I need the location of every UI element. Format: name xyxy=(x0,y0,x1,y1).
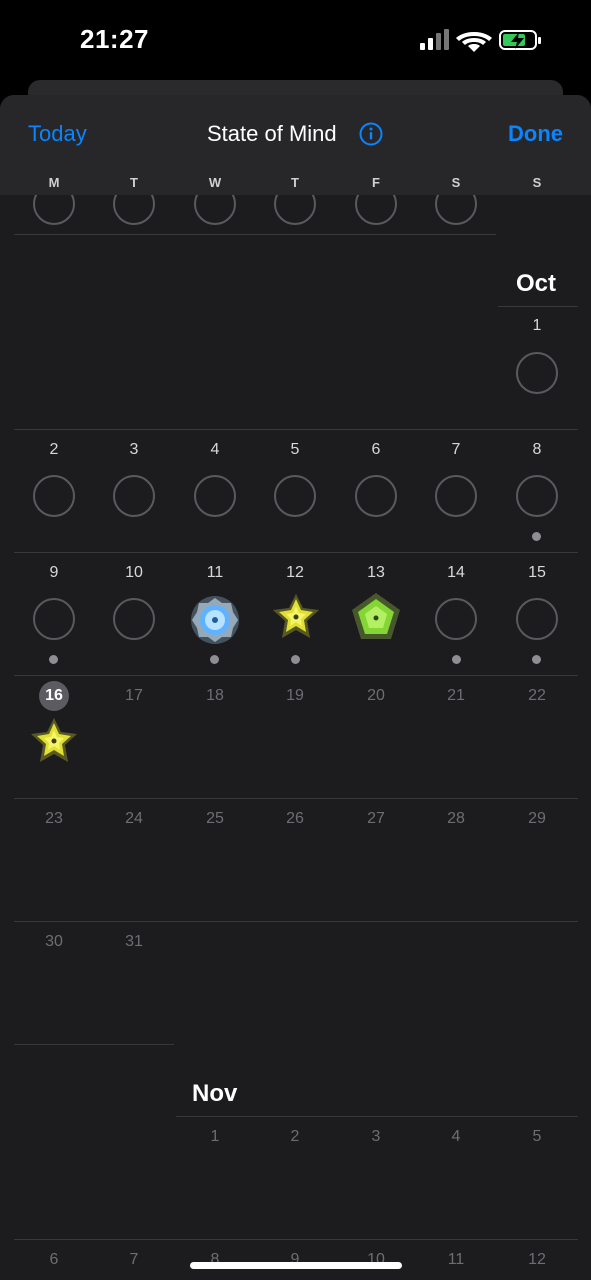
today-button[interactable]: Today xyxy=(28,121,87,147)
day-number[interactable]: 14 xyxy=(434,564,478,582)
home-indicator[interactable] xyxy=(190,1262,402,1269)
entry-dot xyxy=(452,655,461,664)
day-number[interactable]: 3 xyxy=(112,441,156,459)
day-number: 7 xyxy=(129,1251,139,1268)
day-number[interactable]: 2 xyxy=(32,441,76,459)
entry-dot xyxy=(210,655,219,664)
day-number: 30 xyxy=(45,933,63,950)
week-divider xyxy=(14,675,578,676)
day-ring[interactable] xyxy=(516,475,558,517)
day-ring[interactable] xyxy=(516,598,558,640)
day-number: 29 xyxy=(528,810,546,827)
month-divider xyxy=(498,306,578,307)
week-divider xyxy=(14,552,578,553)
week-divider xyxy=(14,798,578,799)
day-number: 6 xyxy=(49,1251,59,1268)
day-number[interactable]: 5 xyxy=(273,441,317,459)
day-ring[interactable] xyxy=(516,352,558,394)
done-button[interactable]: Done xyxy=(508,121,563,147)
mood-yellow-star-icon[interactable] xyxy=(270,591,322,643)
day-number: 18 xyxy=(206,687,224,704)
day-ring[interactable] xyxy=(33,598,75,640)
entry-dot xyxy=(532,532,541,541)
weekday-label: W xyxy=(208,175,222,190)
day-number: 24 xyxy=(125,810,143,827)
day-number: 17 xyxy=(125,687,143,704)
weekday-label: T xyxy=(291,175,299,190)
state-of-mind-sheet: Oct 1 2 3 4 5 6 7 8 9 10 11 12 13 14 15 xyxy=(0,95,591,1280)
day-number: 22 xyxy=(528,687,546,704)
entry-dot xyxy=(49,655,58,664)
day-number[interactable]: 9 xyxy=(32,564,76,582)
nav-header: Today State of Mind Done M T W T F S S xyxy=(0,95,591,195)
day-ring[interactable] xyxy=(274,475,316,517)
day-number: 23 xyxy=(45,810,63,827)
weekday-label: S xyxy=(451,175,461,190)
day-number: 27 xyxy=(367,810,385,827)
weekday-label: T xyxy=(130,175,138,190)
day-number[interactable]: 8 xyxy=(515,441,559,459)
cellular-signal-icon xyxy=(420,29,449,50)
day-number: 21 xyxy=(447,687,465,704)
day-number: 31 xyxy=(125,933,143,950)
weekday-label: M xyxy=(48,175,60,190)
month-label-oct: Oct xyxy=(516,270,557,297)
day-number[interactable]: 11 xyxy=(193,564,237,582)
info-icon[interactable] xyxy=(359,122,383,146)
month-divider xyxy=(14,1044,174,1045)
entry-dot xyxy=(291,655,300,664)
day-ring[interactable] xyxy=(113,598,155,640)
day-number[interactable]: 15 xyxy=(515,564,559,582)
weekday-label: F xyxy=(372,175,380,190)
status-time: 21:27 xyxy=(80,24,149,54)
week-divider xyxy=(14,1239,578,1240)
mood-green-pentagon-icon[interactable] xyxy=(350,591,402,643)
day-number: 12 xyxy=(528,1251,546,1268)
week-divider xyxy=(14,921,578,922)
mood-blue-flower-icon[interactable] xyxy=(189,594,241,646)
mood-yellow-star-icon[interactable] xyxy=(28,715,80,767)
day-number: 20 xyxy=(367,687,385,704)
day-number: 2 xyxy=(290,1128,300,1145)
calendar-grid[interactable]: Oct 1 2 3 4 5 6 7 8 9 10 11 12 13 14 15 xyxy=(0,95,591,1280)
day-number: 11 xyxy=(447,1251,465,1268)
day-ring[interactable] xyxy=(435,475,477,517)
day-number[interactable]: 7 xyxy=(434,441,478,459)
month-label-nov: Nov xyxy=(192,1080,238,1107)
day-number: 3 xyxy=(371,1128,381,1145)
day-number[interactable]: 4 xyxy=(193,441,237,459)
day-number: 5 xyxy=(532,1128,542,1145)
status-icons xyxy=(420,29,541,52)
month-divider xyxy=(176,1116,578,1117)
day-number[interactable]: 13 xyxy=(354,564,398,582)
day-ring[interactable] xyxy=(194,475,236,517)
month-divider xyxy=(14,234,496,235)
day-number[interactable]: 6 xyxy=(354,441,398,459)
day-number-today[interactable]: 16 xyxy=(32,687,76,705)
day-ring[interactable] xyxy=(355,475,397,517)
day-number: 25 xyxy=(206,810,224,827)
day-number: 19 xyxy=(286,687,304,704)
day-number[interactable]: 1 xyxy=(515,317,559,335)
week-divider xyxy=(14,429,578,430)
status-bar: 21:27 xyxy=(0,0,591,80)
battery-charging-icon xyxy=(499,30,541,50)
day-number: 28 xyxy=(447,810,465,827)
day-ring[interactable] xyxy=(435,598,477,640)
entry-dot xyxy=(532,655,541,664)
day-number[interactable]: 12 xyxy=(273,564,317,582)
wifi-icon xyxy=(456,32,492,52)
day-ring[interactable] xyxy=(33,475,75,517)
day-number[interactable]: 10 xyxy=(112,564,156,582)
day-number: 1 xyxy=(210,1128,220,1145)
day-number: 4 xyxy=(451,1128,461,1145)
weekday-label: S xyxy=(532,175,542,190)
page-title: State of Mind xyxy=(207,121,337,146)
day-ring[interactable] xyxy=(113,475,155,517)
day-number: 26 xyxy=(286,810,304,827)
